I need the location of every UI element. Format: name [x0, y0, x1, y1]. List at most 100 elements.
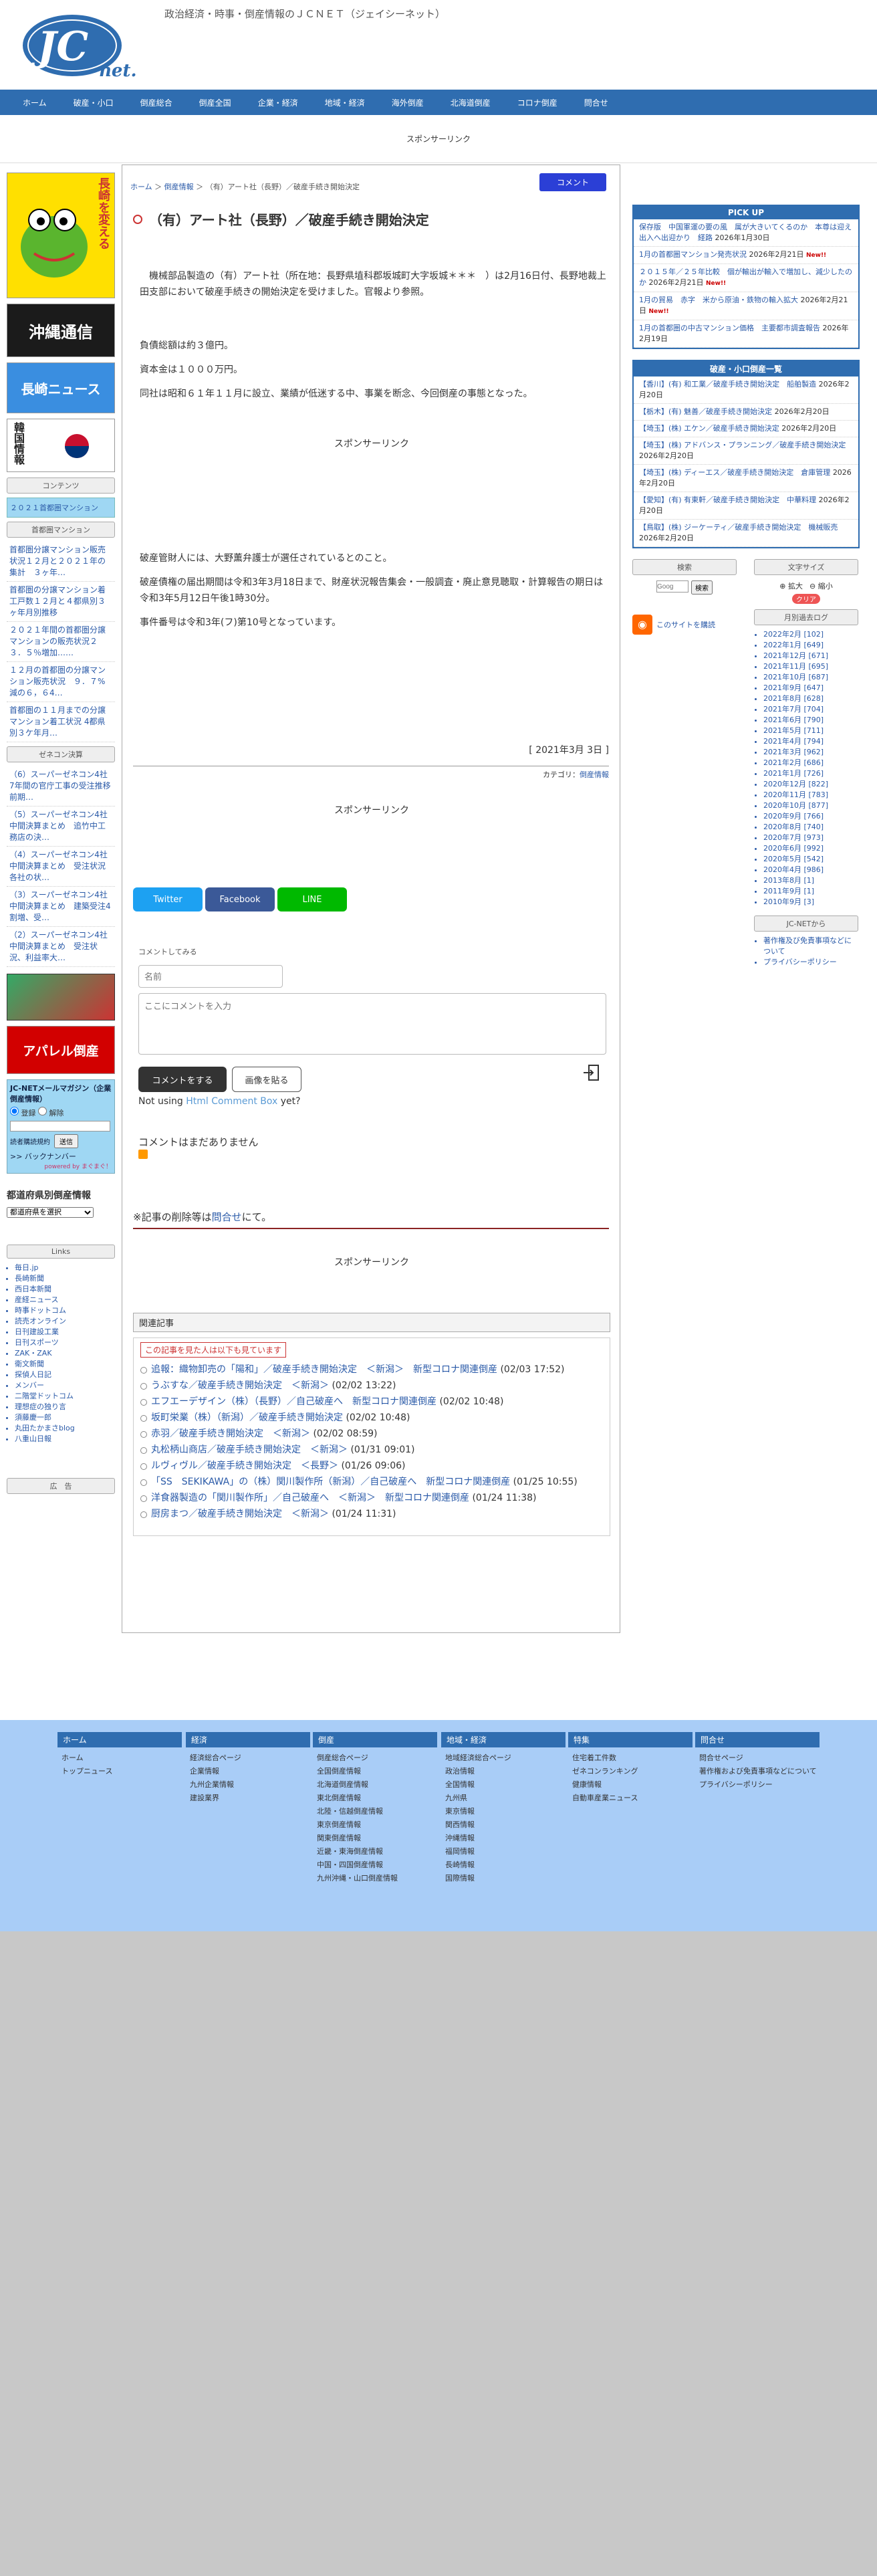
nav-item[interactable]: 問合せ: [571, 90, 622, 115]
footer-link[interactable]: 企業情報: [186, 1765, 310, 1778]
archive-link[interactable]: 2021年2月 [686]: [763, 758, 858, 768]
archive-link[interactable]: 2011年9月 [1]: [763, 886, 858, 897]
footer-link[interactable]: 国際情報: [441, 1872, 566, 1885]
external-link[interactable]: 産経ニュース: [15, 1295, 115, 1305]
share-twitter-button[interactable]: Twitter: [133, 887, 203, 911]
submit-comment-button[interactable]: コメントをする: [138, 1067, 227, 1092]
archive-link[interactable]: 2020年7月 [973]: [763, 833, 858, 843]
region-select[interactable]: 都道府県を選択: [7, 1207, 94, 1218]
zeneco-link[interactable]: （3）スーパーゼネコン4社中間決算まとめ 建築受注4割増、受…: [7, 887, 115, 927]
rss-icon[interactable]: ◉: [632, 615, 652, 635]
nav-item[interactable]: 海外倒産: [378, 90, 437, 115]
backnumber-link[interactable]: >> バックナンバー: [10, 1151, 112, 1162]
jcnet-link[interactable]: プライバシーポリシー: [763, 957, 858, 968]
archive-link[interactable]: 2020年12月 [822]: [763, 779, 858, 790]
bankrupt-item-link[interactable]: 【栃木】(有) 魅善／破産手続き開始決定: [639, 407, 772, 416]
footer-link[interactable]: 長崎情報: [441, 1858, 566, 1872]
footer-link[interactable]: 九州企業情報: [186, 1778, 310, 1792]
related-item-link[interactable]: 洋食器製造の「関川製作所」／自己破産へ ＜新潟＞ 新型コロナ関連倒産: [151, 1493, 469, 1503]
archive-link[interactable]: 2021年7月 [704]: [763, 704, 858, 715]
footer-link[interactable]: ゼネコンランキング: [568, 1765, 693, 1778]
delete-note-link[interactable]: 問合せ: [212, 1211, 242, 1223]
footer-link[interactable]: 全国倒産情報: [313, 1765, 437, 1778]
nav-item[interactable]: 企業・経済: [245, 90, 311, 115]
footer-column-heading[interactable]: 経済: [186, 1732, 310, 1747]
font-clear-button[interactable]: クリア: [792, 594, 820, 604]
external-link[interactable]: 二階堂ドットコム: [15, 1391, 115, 1402]
archive-link[interactable]: 2021年4月 [794]: [763, 736, 858, 747]
archive-link[interactable]: 2010年9月 [3]: [763, 897, 858, 907]
archive-link[interactable]: 2013年8月 [1]: [763, 875, 858, 886]
mansion-link[interactable]: ２０２１年間の首都圏分譲マンションの販売状況２３．５％増加……: [7, 622, 115, 662]
bankrupt-item-link[interactable]: 【鳥取】(株) ジーケーティ／破産手続き開始決定 機械販売: [639, 523, 838, 532]
banner-apparel[interactable]: アパレル倒産: [7, 1026, 115, 1074]
hcb-link[interactable]: Html Comment Box: [186, 1096, 277, 1107]
footer-link[interactable]: 問合せページ: [695, 1751, 820, 1765]
nav-item[interactable]: 倒産総合: [127, 90, 186, 115]
footer-link[interactable]: 福岡情報: [441, 1845, 566, 1858]
archive-link[interactable]: 2020年5月 [542]: [763, 854, 858, 865]
comment-text-input[interactable]: [138, 993, 606, 1055]
share-facebook-button[interactable]: Facebook: [205, 887, 275, 911]
footer-link[interactable]: 経済総合ページ: [186, 1751, 310, 1765]
footer-link[interactable]: 北海道倒産情報: [313, 1778, 437, 1792]
mansion-link[interactable]: 首都圏分譲マンション販売状況１２月と２０２１年の集計 ３ヶ年…: [7, 542, 115, 582]
banner-nagasaki-news[interactable]: 長崎ニュース: [7, 362, 115, 413]
footer-link[interactable]: 東北倒産情報: [313, 1792, 437, 1805]
external-link[interactable]: メンバー: [15, 1380, 115, 1391]
archive-link[interactable]: 2021年1月 [726]: [763, 768, 858, 779]
footer-column-heading[interactable]: 倒産: [313, 1732, 437, 1747]
external-link[interactable]: 読売オンライン: [15, 1316, 115, 1327]
nav-item[interactable]: 破産・小口: [60, 90, 127, 115]
archive-link[interactable]: 2021年6月 [790]: [763, 715, 858, 726]
external-link[interactable]: 須藤慶一郎: [15, 1412, 115, 1423]
footer-link[interactable]: トップニュース: [57, 1765, 182, 1778]
mansion-link[interactable]: １２月の首都圏の分譲マンション販売状況 ９．７%減の６，６4…: [7, 662, 115, 702]
banner-okinawa[interactable]: 沖縄通信: [7, 304, 115, 357]
related-item-link[interactable]: 丸松柄山商店／破産手続き開始決定 ＜新潟＞: [151, 1444, 348, 1455]
nav-item[interactable]: ホーム: [9, 90, 60, 115]
external-link[interactable]: 丸田たかまさblog: [15, 1423, 115, 1434]
related-item-link[interactable]: 赤羽／破産手続き開始決定 ＜新潟＞: [151, 1428, 310, 1439]
archive-link[interactable]: 2021年12月 [671]: [763, 651, 858, 661]
share-line-button[interactable]: LINE: [277, 887, 347, 911]
archive-link[interactable]: 2020年6月 [992]: [763, 843, 858, 854]
footer-link[interactable]: 九州県: [441, 1792, 566, 1805]
footer-link[interactable]: 地域経済総合ページ: [441, 1751, 566, 1765]
archive-link[interactable]: 2020年4月 [986]: [763, 865, 858, 875]
category-link[interactable]: 倒産情報: [580, 770, 609, 779]
footer-column-heading[interactable]: 問合せ: [695, 1732, 820, 1747]
footer-link[interactable]: 北陸・信越倒産情報: [313, 1805, 437, 1818]
footer-link[interactable]: 東京情報: [441, 1805, 566, 1818]
external-link[interactable]: 日刊スポーツ: [15, 1337, 115, 1348]
related-item-link[interactable]: ルヴィヴル／破産手続き開始決定 ＜長野＞: [151, 1461, 338, 1471]
bankrupt-item-link[interactable]: 【埼玉】(株) ディーエス／破産手続き開始決定 倉庫管理: [639, 468, 830, 477]
external-link[interactable]: 探偵人日記: [15, 1370, 115, 1380]
related-item-link[interactable]: うぶすな／破産手続き開始決定 ＜新潟＞: [151, 1380, 329, 1391]
archive-link[interactable]: 2020年9月 [766]: [763, 811, 858, 822]
footer-link[interactable]: 九州沖縄・山口倒産情報: [313, 1872, 437, 1885]
external-link[interactable]: 西日本新聞: [15, 1284, 115, 1295]
mailmag-send-button[interactable]: 送信: [54, 1134, 78, 1148]
external-link[interactable]: ZAK・ZAK: [15, 1348, 115, 1359]
archive-link[interactable]: 2020年8月 [740]: [763, 822, 858, 833]
bankrupt-item-link[interactable]: 【埼玉】(株) エケン／破産手続き開始決定: [639, 424, 779, 433]
footer-link[interactable]: 健康情報: [568, 1778, 693, 1792]
footer-link[interactable]: 東京倒産情報: [313, 1818, 437, 1832]
nav-item[interactable]: 倒産全国: [186, 90, 245, 115]
breadcrumb-home[interactable]: ホーム: [130, 183, 152, 191]
archive-link[interactable]: 2022年1月 [649]: [763, 640, 858, 651]
bankrupt-item-link[interactable]: 【埼玉】(株) アドバンス・プランニング／破産手続き開始決定: [639, 441, 846, 449]
mailmag-cancel-radio[interactable]: 解除: [38, 1107, 64, 1117]
footer-column-heading[interactable]: ホーム: [57, 1732, 182, 1747]
footer-link[interactable]: 倒産総合ページ: [313, 1751, 437, 1765]
site-logo[interactable]: JC net.: [20, 8, 147, 80]
related-item-link[interactable]: 追報：織物卸売の「陽和」／破産手続き開始決定 ＜新潟＞ 新型コロナ関連倒産: [151, 1364, 497, 1375]
footer-link[interactable]: 近畿・東海倒産情報: [313, 1845, 437, 1858]
archive-link[interactable]: 2021年10月 [687]: [763, 672, 858, 683]
login-icon[interactable]: [581, 1063, 601, 1083]
jcnet-link[interactable]: 著作権及び免責事項などについて: [763, 936, 858, 957]
archive-link[interactable]: 2021年9月 [647]: [763, 683, 858, 693]
external-link[interactable]: 毎日.jp: [15, 1263, 115, 1273]
footer-link[interactable]: 関西情報: [441, 1818, 566, 1832]
